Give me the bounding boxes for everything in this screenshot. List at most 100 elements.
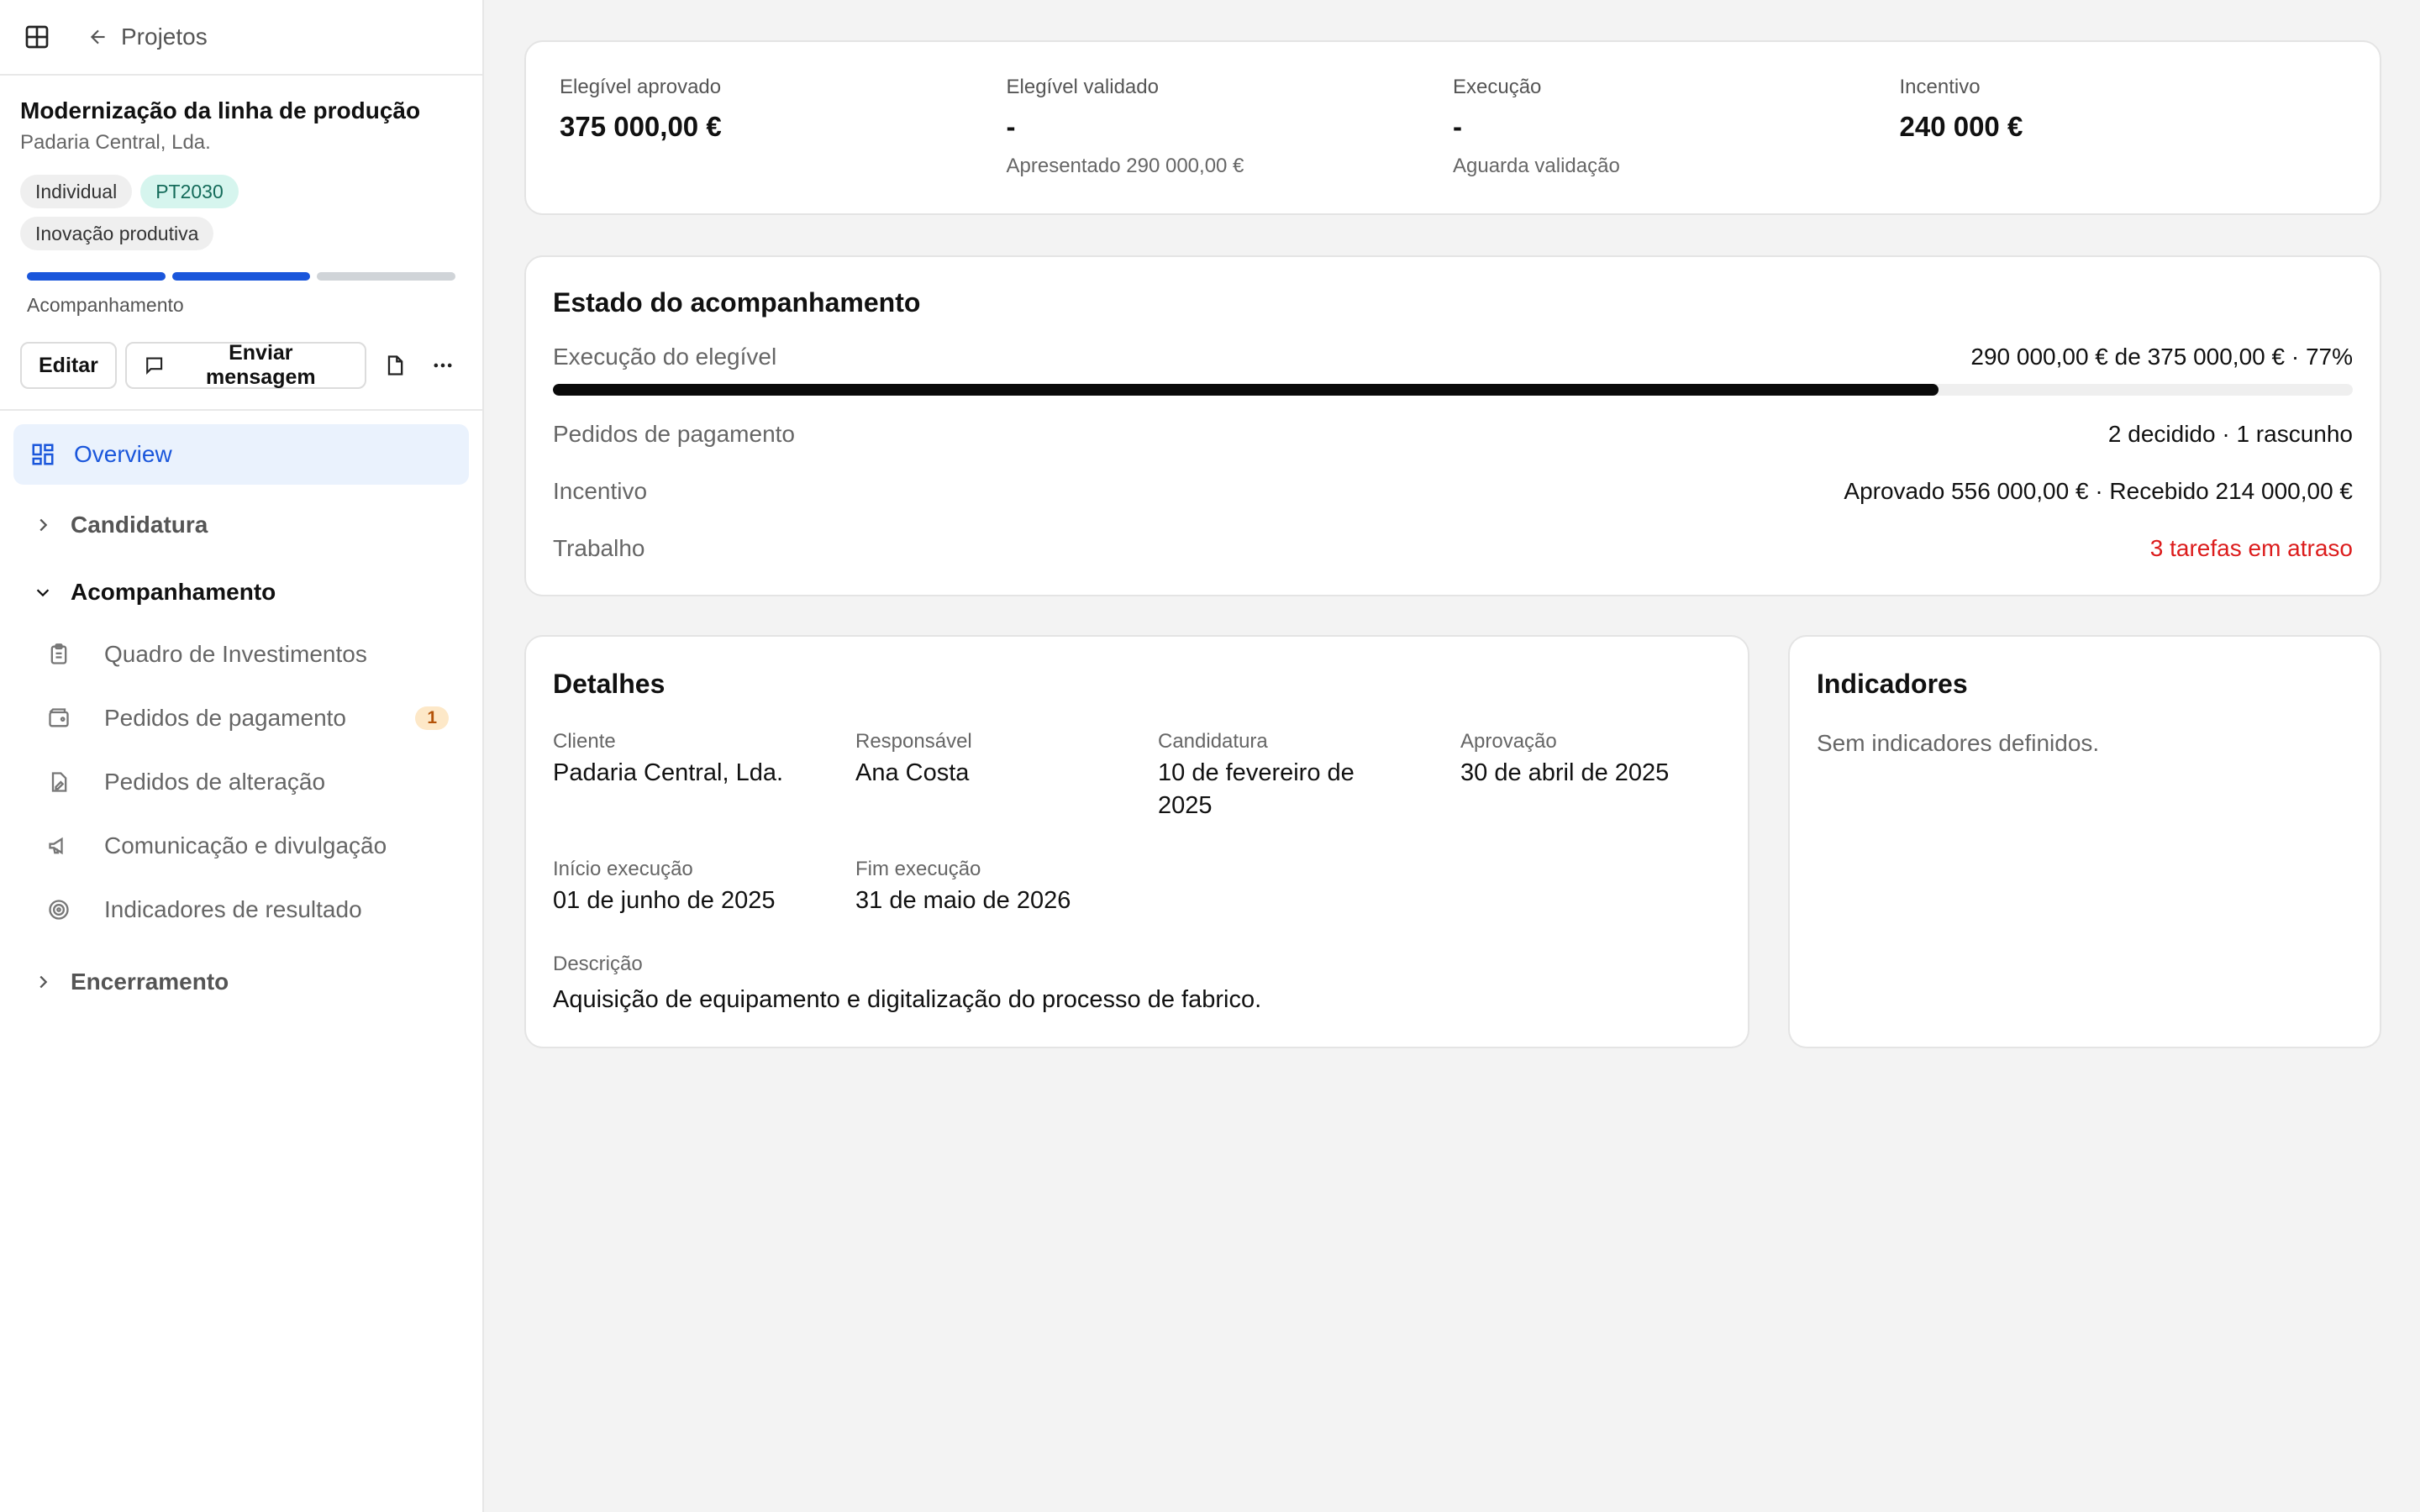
stat-elegivel-aprovado: Elegível aprovado 375 000,00 € (560, 76, 1007, 213)
stat-value: - (1453, 111, 1462, 142)
nav-group-label: Encerramento (71, 969, 229, 995)
project-tags: Individual PT2030 Inovação produtiva (20, 175, 297, 250)
back-label: Projetos (121, 24, 208, 50)
clipboard-icon (47, 643, 76, 666)
exec-progress-bar (553, 384, 2353, 396)
nav-item-label: Quadro de Investimentos (104, 641, 367, 667)
dashboard-icon (30, 442, 57, 467)
nav-overview[interactable]: Overview (13, 424, 469, 485)
stat-value: 375 000,00 € (560, 111, 722, 142)
project-header: Modernização da linha de produção Padari… (0, 76, 482, 389)
phase-label: Acompanhamento (27, 294, 184, 316)
sidebar-nav: Overview Candidatura Acompanhamento Quad… (0, 411, 482, 1012)
stat-execucao: Execução - Aguarda validação (1453, 76, 1900, 213)
document-icon[interactable] (375, 342, 414, 389)
nav-group-label: Acompanhamento (71, 579, 276, 605)
phase-progress (27, 272, 456, 281)
detail-value: 30 de abril de 2025 (1460, 759, 1670, 786)
card-title: Detalhes (553, 669, 666, 699)
stat-label: Execução (1453, 76, 1542, 98)
more-options-icon[interactable] (423, 342, 462, 389)
description-value: Aquisição de equipamento e digitalização… (553, 986, 1262, 1013)
detail-field: Responsável Ana Costa (855, 730, 1158, 822)
phase-segment (171, 272, 311, 281)
detail-label: Aprovação (1460, 730, 1557, 753)
nav-item-quadro-investimentos[interactable]: Quadro de Investimentos (13, 622, 469, 686)
project-title: Modernização da linha de produção (20, 97, 421, 123)
tag-pt2030: PT2030 (140, 175, 239, 208)
back-to-projects-link[interactable]: Projetos (87, 24, 208, 50)
detail-label: Fim execução (855, 858, 981, 880)
tag-individual: Individual (20, 175, 133, 208)
nav-item-pedidos-alteracao[interactable]: Pedidos de alteração (13, 750, 469, 814)
empty-state-text: Sem indicadores definidos. (1817, 730, 2100, 756)
stat-value: 240 000 € (1899, 111, 2023, 142)
detail-label: Responsável (855, 730, 972, 753)
project-client: Padaria Central, Lda. (20, 131, 211, 154)
chevron-right-icon (34, 973, 54, 991)
summary-stats-card: Elegível aprovado 375 000,00 € Elegível … (524, 40, 2381, 215)
chevron-right-icon (34, 516, 54, 534)
wallet-icon (47, 706, 76, 730)
send-message-label: Enviar mensagem (206, 341, 316, 389)
bottom-row: Detalhes Cliente Padaria Central, Lda. R… (524, 635, 2381, 1048)
detail-field: Candidatura 10 de fevereiro de 2025 (1158, 730, 1460, 822)
row-value: 2 decidido · 1 rascunho (2107, 421, 2353, 447)
nav-overview-label: Overview (74, 441, 172, 467)
detail-field: Fim execução 31 de maio de 2026 (855, 858, 1158, 917)
details-grid: Cliente Padaria Central, Lda. Responsáve… (553, 730, 1721, 917)
edit-button[interactable]: Editar (20, 342, 117, 389)
card-title: Estado do acompanhamento (553, 287, 921, 318)
phase-segment (317, 272, 456, 281)
sidebar-topbar: Projetos (0, 0, 482, 76)
nav-group-encerramento[interactable]: Encerramento (13, 952, 469, 1012)
detalhes-card: Detalhes Cliente Padaria Central, Lda. R… (524, 635, 1749, 1048)
send-message-button[interactable]: Enviar mensagem (124, 341, 367, 389)
detail-label: Cliente (553, 730, 616, 753)
row-label: Pedidos de pagamento (553, 421, 795, 447)
layout-grid-icon[interactable] (24, 24, 50, 50)
megaphone-icon (47, 834, 76, 858)
nav-group-acompanhamento[interactable]: Acompanhamento (13, 562, 469, 622)
trabalho-row: Trabalho 3 tarefas em atraso (553, 535, 2353, 562)
nav-item-pedidos-pagamento[interactable]: Pedidos de pagamento 1 (13, 686, 469, 750)
nav-item-indicadores-resultado[interactable]: Indicadores de resultado (13, 878, 469, 942)
indicadores-card: Indicadores Sem indicadores definidos. (1788, 635, 2381, 1048)
row-label: Execução do elegível (553, 344, 777, 370)
stat-label: Elegível validado (1006, 76, 1159, 98)
pedidos-row: Pedidos de pagamento 2 decidido · 1 rasc… (553, 421, 2353, 448)
detail-field: Aprovação 30 de abril de 2025 (1460, 730, 1763, 822)
detail-value: 01 de junho de 2025 (553, 887, 776, 914)
overdue-tasks-link[interactable]: 3 tarefas em atraso (2150, 535, 2353, 562)
stat-label: Elegível aprovado (560, 76, 722, 98)
detail-label: Candidatura (1158, 730, 1268, 753)
stat-label: Incentivo (1899, 76, 1981, 98)
detail-field: Início execução 01 de junho de 2025 (553, 858, 855, 917)
count-badge: 1 (415, 706, 449, 730)
detail-value: Ana Costa (855, 759, 970, 786)
sidebar: Projetos Modernização da linha de produç… (0, 0, 484, 1512)
phase-segment (27, 272, 166, 281)
file-edit-icon (47, 770, 76, 794)
nav-group-candidatura[interactable]: Candidatura (13, 495, 469, 555)
detail-field: Cliente Padaria Central, Lda. (553, 730, 855, 822)
nav-group-label: Candidatura (71, 512, 208, 538)
incentivo-row: Incentivo Aprovado 556 000,00 € · Recebi… (553, 478, 2353, 505)
card-title: Indicadores (1817, 669, 1968, 699)
exec-row: Execução do elegível 290 000,00 € de 375… (553, 344, 2353, 370)
stat-subtext: Aguarda validação (1453, 155, 1620, 177)
description-label: Descrição (553, 953, 643, 975)
nav-item-label: Indicadores de resultado (104, 896, 362, 922)
nav-item-label: Comunicação e divulgação (104, 832, 387, 858)
detail-label: Início execução (553, 858, 693, 880)
nav-item-label: Pedidos de pagamento (104, 705, 346, 731)
exec-progress-fill (553, 384, 1939, 396)
detail-value: Padaria Central, Lda. (553, 759, 784, 786)
tag-inovacao: Inovação produtiva (20, 217, 214, 250)
estado-acompanhamento-card: Estado do acompanhamento Execução do ele… (524, 255, 2381, 596)
stat-incentivo: Incentivo 240 000 € (1900, 76, 2347, 213)
row-value: 290 000,00 € de 375 000,00 € · 77% (1970, 344, 2353, 370)
stat-elegivel-validado: Elegível validado - Apresentado 290 000,… (1007, 76, 1454, 213)
row-label: Trabalho (553, 535, 645, 561)
nav-item-comunicacao[interactable]: Comunicação e divulgação (13, 814, 469, 878)
